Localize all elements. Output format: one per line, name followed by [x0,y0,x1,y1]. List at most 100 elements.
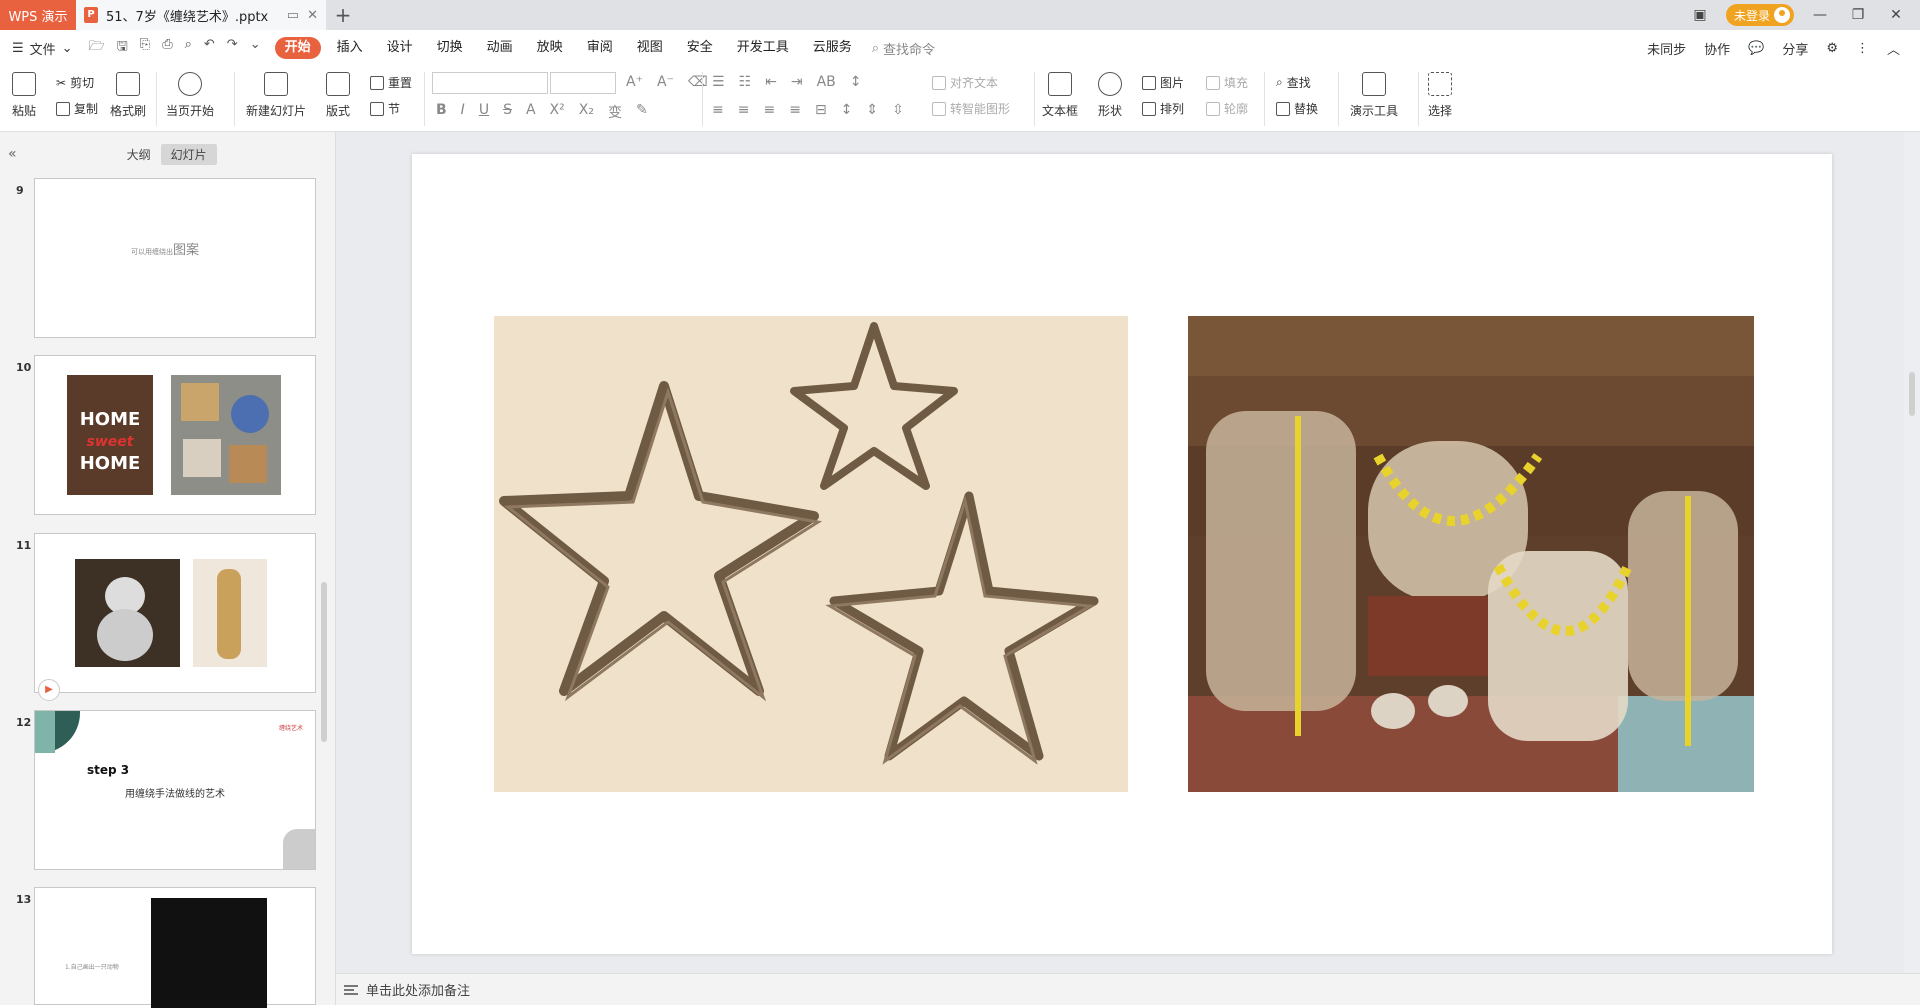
open-icon[interactable]: 🗁 [89,37,105,59]
tab-cloud[interactable]: 云服务 [801,37,864,59]
notes-placeholder[interactable]: 单击此处添加备注 [366,980,470,999]
tab-design[interactable]: 设计 [375,37,425,59]
collapse-panel-icon[interactable]: « [8,146,17,162]
share-button[interactable]: 分享 [1782,39,1808,58]
more-icon[interactable]: ⋮ [1856,41,1869,56]
sync-status[interactable]: 未同步 [1647,39,1686,58]
section-button[interactable]: 节 [370,100,400,117]
outdent-icon[interactable]: ⇤ [765,74,777,90]
justify-icon[interactable]: ≡ [789,102,801,118]
smart-shape-button[interactable]: 转智能图形 [932,100,1010,117]
shape-button[interactable]: 形状 [1098,72,1122,119]
collapse-ribbon-icon[interactable]: ︿ [1887,39,1900,58]
font-color-icon[interactable]: A [526,102,536,122]
reading-mode-icon[interactable]: ▣ [1688,7,1712,23]
tab-home[interactable]: 开始 [274,37,321,59]
login-button[interactable]: 未登录 [1725,4,1794,26]
slide-thumbnail[interactable]: HOME sweet HOME [34,355,316,515]
phonetic-icon[interactable]: 变 [608,102,622,122]
distribute-icon[interactable]: ⊟ [815,102,827,118]
underline-icon[interactable]: U [479,102,489,122]
find-button[interactable]: ⌕ 查找 [1276,74,1311,91]
tab-close-icon[interactable]: ✕ [307,8,318,23]
outline-button[interactable]: 轮廓 [1206,100,1248,117]
paragraph-spacing-icon[interactable]: ⇕ [866,102,878,118]
redo-icon[interactable]: ↷ [227,37,238,59]
copy-button[interactable]: 复制 [56,100,98,117]
notes-bar[interactable]: 单击此处添加备注 [336,973,1920,1005]
collaborate-button[interactable]: 协作 [1704,39,1730,58]
textbox-button[interactable]: 文本框 [1042,72,1078,119]
reset-button[interactable]: 重置 [370,74,412,91]
app-tab[interactable]: WPS 演示 [0,0,76,30]
play-current-button[interactable]: 当页开始 [166,72,214,119]
minimize-icon[interactable]: — [1808,7,1832,23]
slide-thumbnail[interactable]: 1.自己画出一只动物 [34,887,316,1008]
wrapped-jars-photo[interactable] [1188,316,1754,792]
comment-icon[interactable]: 💬 [1748,41,1764,56]
arrange-button[interactable]: 排列 [1142,100,1184,117]
sort-icon[interactable]: ↕ [850,74,862,90]
customize-qat-icon[interactable]: ⌄ [250,37,261,59]
save-icon[interactable]: 🖫 [117,37,128,59]
editor-scrollbar[interactable] [1904,132,1920,973]
present-tools-button[interactable]: 演示工具 [1350,72,1398,119]
clear-format-icon[interactable]: ⌫ [688,74,708,90]
italic-icon[interactable]: I [461,102,465,122]
document-tab[interactable]: P 51、7岁《缠绕艺术》.pptx ▭ ✕ [76,0,326,30]
slide-panel-scrollbar[interactable] [321,582,327,742]
strikethrough-icon[interactable]: S [503,102,512,122]
bold-icon[interactable]: B [436,102,447,122]
tab-slides[interactable]: 幻灯片 [160,143,217,165]
tab-transition[interactable]: 切换 [425,37,475,59]
text-direction-icon[interactable]: AB [817,74,836,90]
restore-icon[interactable]: ❐ [1846,7,1870,23]
tab-security[interactable]: 安全 [675,37,725,59]
editor-scroll-thumb[interactable] [1909,372,1915,416]
slide-thumbnail[interactable]: 可以用缠绕出图案 [34,178,316,338]
undo-icon[interactable]: ↶ [204,37,215,59]
tab-developer[interactable]: 开发工具 [725,37,801,59]
close-window-icon[interactable]: ✕ [1884,7,1908,23]
increase-font-icon[interactable]: A⁺ [626,74,643,90]
align-text-button[interactable]: 对齐文本 [932,74,998,91]
print-icon[interactable]: ⎙ [162,37,172,59]
tab-review[interactable]: 审阅 [575,37,625,59]
export-icon[interactable]: ⎘ [140,37,150,59]
settings-icon[interactable]: ⚙ [1826,41,1838,56]
superscript-icon[interactable]: X² [550,102,565,122]
tab-view[interactable]: 视图 [625,37,675,59]
numbered-list-icon[interactable]: ☷ [739,74,752,90]
tab-insert[interactable]: 插入 [325,37,375,59]
highlight-icon[interactable]: ✎ [636,102,648,122]
tab-slideshow[interactable]: 放映 [525,37,575,59]
align-left-icon[interactable]: ≡ [712,102,724,118]
indent-icon[interactable]: ⇥ [791,74,803,90]
format-painter-button[interactable]: 格式刷 [110,72,146,119]
font-size-select[interactable] [550,72,616,94]
play-slide-icon[interactable]: ▶ [38,679,60,701]
bullet-list-icon[interactable]: ☰ [712,74,725,90]
tab-outline[interactable]: 大纲 [117,144,161,165]
picture-button[interactable]: 图片 [1142,74,1184,91]
align-right-icon[interactable]: ≡ [763,102,775,118]
print-preview-icon[interactable]: ⌕ [185,37,192,59]
tab-float-icon[interactable]: ▭ [287,8,299,23]
tab-animation[interactable]: 动画 [475,37,525,59]
slide-thumbnail[interactable] [34,533,316,693]
twig-stars-photo[interactable] [494,316,1128,792]
command-search[interactable]: ⌕ 查找命令 [872,39,935,58]
paste-button[interactable]: 粘贴 [12,72,36,119]
select-button[interactable]: 选择 [1428,72,1452,119]
new-slide-button[interactable]: 新建幻灯片 [246,72,306,119]
cut-button[interactable]: ✂ 剪切 [56,74,94,91]
subscript-icon[interactable]: X₂ [579,102,594,122]
align-center-icon[interactable]: ≡ [738,102,750,118]
font-family-select[interactable] [432,72,548,94]
column-spacing-icon[interactable]: ⇳ [892,102,904,118]
replace-button[interactable]: 替换 [1276,100,1318,117]
line-spacing-icon[interactable]: ↕ [841,102,853,118]
fill-button[interactable]: 填充 [1206,74,1248,91]
current-slide[interactable] [412,154,1832,954]
file-menu[interactable]: ☰ 文件 ⌄ [12,39,73,58]
